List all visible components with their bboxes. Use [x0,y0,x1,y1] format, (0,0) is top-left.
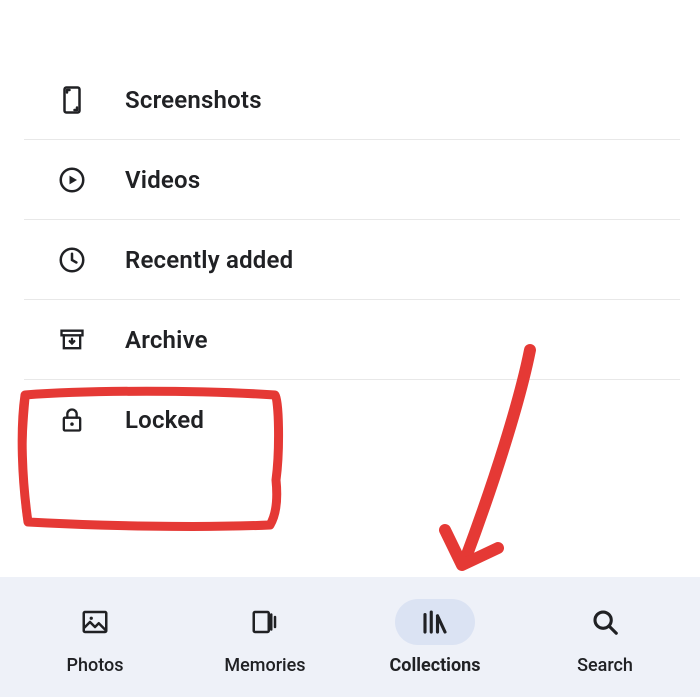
list-item-locked[interactable]: Locked [0,380,700,460]
archive-icon [55,323,89,357]
list-item-label: Archive [125,326,208,354]
nav-collections[interactable]: Collections [350,599,520,676]
library-icon [395,599,475,645]
list-item-label: Recently added [125,246,293,274]
nav-label: Memories [224,655,305,676]
lock-icon [55,403,89,437]
list-item-label: Locked [125,406,204,434]
list-item-archive[interactable]: Archive [0,300,700,380]
clock-icon [55,243,89,277]
screenshot-icon [55,83,89,117]
search-icon [565,599,645,645]
list-item-recently-added[interactable]: Recently added [0,220,700,300]
nav-search[interactable]: Search [520,599,690,676]
memories-icon [225,599,305,645]
list-item-label: Screenshots [125,86,262,114]
nav-label: Photos [67,655,124,676]
image-icon [55,599,135,645]
bottom-nav: Photos Memories Collections Search [0,577,700,697]
category-list: Screenshots Videos Recently added [0,0,700,460]
list-item-label: Videos [125,166,200,194]
nav-photos[interactable]: Photos [10,599,180,676]
nav-label: Search [577,655,633,676]
list-item-videos[interactable]: Videos [0,140,700,220]
list-item-screenshots[interactable]: Screenshots [0,60,700,140]
nav-label: Collections [390,655,481,676]
nav-memories[interactable]: Memories [180,599,350,676]
play-circle-icon [55,163,89,197]
